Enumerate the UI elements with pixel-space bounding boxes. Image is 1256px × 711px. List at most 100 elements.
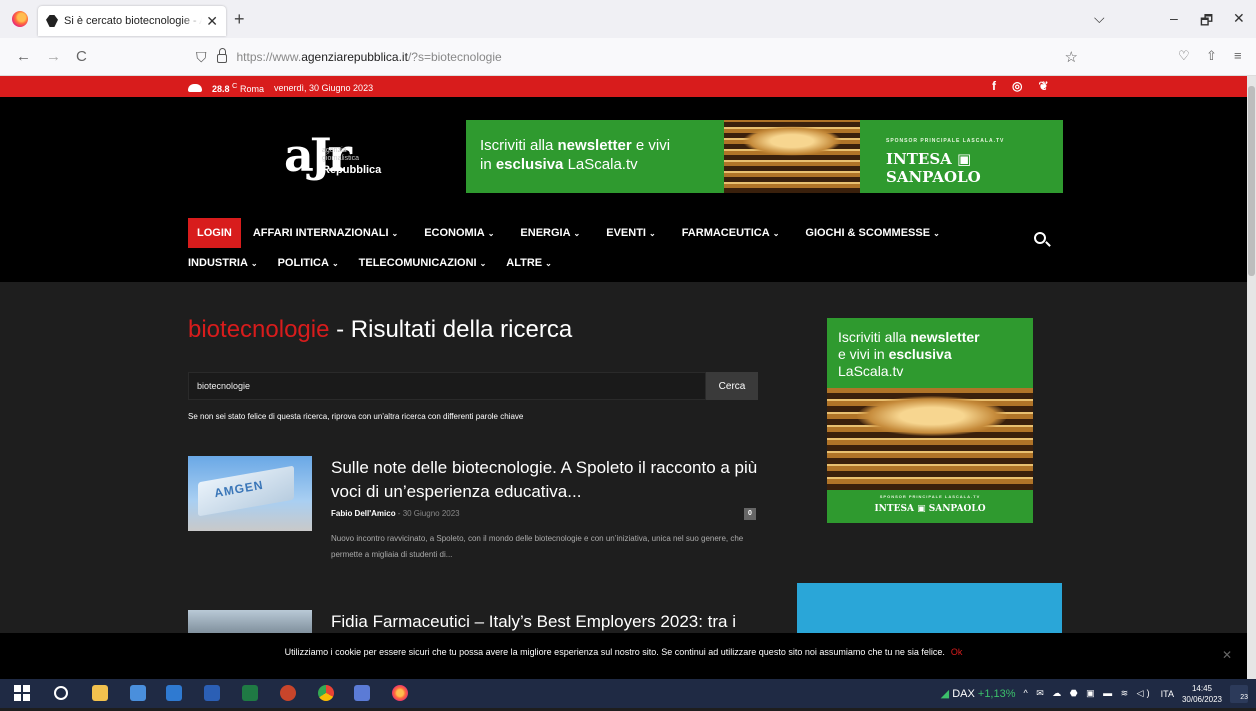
active-tab[interactable]: Si è cercato biotecnologie - Ag ✕ (38, 6, 226, 36)
sidebar-sponsor-label: SPONSOR PRINCIPALE LASCALA.TV (879, 494, 981, 499)
article-title[interactable]: Fidia Farmaceutici – Italy’s Best Employ… (331, 610, 761, 634)
web-page: 28.8 C Roma venerdì, 30 Giugno 2023 f ◎ … (0, 76, 1247, 679)
cookie-text: Utilizziamo i cookie per essere sicuri c… (284, 647, 963, 657)
article-excerpt: Nuovo incontro ravvicinato, a Spoleto, c… (331, 534, 744, 559)
list-tabs-icon[interactable]: ⌵ (1094, 10, 1105, 27)
taskbar-search-icon[interactable] (54, 686, 68, 700)
menu-row-1: LOGIN AFFARI INTERNAZIONALI ⌄ ECONOMIA ⌄ E… (188, 217, 1068, 249)
city: Roma (239, 84, 264, 94)
article-thumbnail[interactable]: AMGEN (188, 456, 312, 531)
banner-bank-logo: INTESA ▣ SANPAOLO (886, 150, 981, 186)
search-icon[interactable] (1034, 232, 1046, 244)
facebook-icon[interactable]: f (992, 79, 996, 93)
menu-item-giochi-scommesse[interactable]: GIOCHI & SCOMMESSE ⌄ (805, 227, 939, 239)
clock[interactable]: 14:45 30/06/2023 (1182, 683, 1222, 705)
site-header: aJr agenzia giornalistica Repubblica Iscr… (0, 97, 1247, 282)
close-window-button[interactable]: ✕ (1233, 10, 1245, 27)
social-links: f ◎ ❦ (992, 79, 1049, 93)
tracking-shield-icon[interactable]: ⛉ (196, 49, 207, 66)
firefox-icon[interactable] (12, 11, 28, 27)
mail-icon[interactable] (166, 685, 182, 701)
newsletter-banner-ad[interactable]: Iscriviti alla newsletter e vivi in escl… (466, 120, 1063, 193)
login-button[interactable]: LOGIN (188, 218, 241, 248)
lock-icon[interactable] (216, 48, 227, 63)
firefox-taskbar-icon[interactable] (392, 685, 408, 701)
restore-button[interactable]: 🗗 (1200, 10, 1213, 34)
chrome-icon[interactable] (318, 685, 334, 701)
powerpoint-icon[interactable] (280, 685, 296, 701)
page-scrollbar[interactable] (1247, 76, 1256, 679)
menu-item-industria[interactable]: INDUSTRIA ⌄ (188, 257, 258, 269)
forward-button[interactable]: → (46, 48, 61, 65)
search-button[interactable]: Cerca (706, 372, 758, 400)
page-title: biotecnologie - Risultati della ricerca (188, 316, 573, 343)
reload-button[interactable]: C (76, 48, 87, 65)
cookie-close-icon[interactable]: ✕ (1222, 648, 1232, 662)
article-title[interactable]: Sulle note delle biotecnologie. A Spolet… (331, 456, 761, 504)
bookmark-star-icon[interactable]: ☆ (1065, 48, 1078, 66)
chevron-down-icon: ⌄ (391, 229, 399, 238)
chevron-down-icon: ⌄ (933, 229, 940, 238)
search-form: Cerca (188, 372, 758, 400)
url-bar[interactable]: ⛉ https://www.agenziarepubblica.it/?s=bi… (192, 43, 1082, 71)
comment-count-badge[interactable]: 0 (744, 508, 756, 520)
instagram-icon[interactable]: ◎ (1012, 79, 1022, 93)
cookie-ok-button[interactable]: Ok (951, 647, 963, 657)
start-button[interactable] (14, 685, 30, 701)
cloud-icon (188, 83, 202, 92)
menu-item-affari-internazionali[interactable]: AFFARI INTERNAZIONALI ⌄ (253, 227, 398, 239)
chevron-down-icon: ⌄ (573, 229, 581, 238)
minimize-button[interactable]: – (1170, 10, 1178, 26)
site-favicon-icon (46, 15, 58, 27)
banner-sponsor-label: SPONSOR PRINCIPALE LASCALA.TV (886, 138, 1005, 144)
store-icon[interactable] (130, 685, 146, 701)
current-date: venerdì, 30 Giugno 2023 (274, 82, 374, 93)
new-tab-button[interactable]: + (234, 10, 245, 28)
menu-item-energia[interactable]: ENERGIA ⌄ (520, 227, 580, 239)
menu-item-economia[interactable]: ECONOMIA ⌄ (424, 227, 494, 239)
word-icon[interactable] (204, 685, 220, 701)
notification-icon[interactable]: 23 (1230, 684, 1248, 703)
windows-taskbar: ◢ DAX +1,13% ^ ✉ ☁ ⬣ ▣ ▬ ≋ ◁) ITA 14:45 3… (0, 679, 1256, 708)
menu-item-farmaceutica[interactable]: FARMACEUTICA ⌄ (682, 227, 780, 239)
article-meta: Fabio Dell'Amico - 30 Giugno 2023 (331, 509, 460, 518)
banner-text: Iscriviti alla newsletter e vivi in escl… (480, 137, 671, 173)
browser-tabbar: Si è cercato biotecnologie - Ag ✕ + ⌵ – … (0, 0, 1256, 38)
menu-item-telecomunicazioni[interactable]: TELECOMUNICAZIONI ⌄ (359, 257, 487, 269)
file-explorer-icon[interactable] (92, 685, 108, 701)
scrollbar-thumb[interactable] (1248, 86, 1255, 276)
search-hint: Se non sei stato felice di questa ricerc… (188, 412, 524, 421)
tab-title: Si è cercato biotecnologie - Ag (64, 15, 203, 27)
share-icon[interactable]: ⇧ (1206, 48, 1217, 64)
url-text[interactable]: https://www.agenziarepubblica.it/?s=biot… (237, 50, 502, 64)
sidebar-newsletter-ad[interactable]: Iscriviti alla newsletter e vivi in escl… (827, 318, 1033, 523)
tray-icons[interactable]: ^ ✉ ☁ ⬣ ▣ ▬ ≋ ◁) (1024, 688, 1153, 699)
la-scala-theatre-image (827, 388, 1033, 490)
search-input[interactable] (188, 372, 706, 400)
article-author[interactable]: Fabio Dell'Amico (331, 509, 396, 518)
chevron-down-icon: ⌄ (479, 259, 487, 268)
system-tray: ◢ DAX +1,13% ^ ✉ ☁ ⬣ ▣ ▬ ≋ ◁) ITA 14:45 3… (941, 679, 1256, 708)
temperature: 28.8 (212, 84, 230, 94)
menu-item-eventi[interactable]: EVENTI ⌄ (606, 227, 655, 239)
stock-widget[interactable]: ◢ DAX +1,13% (941, 687, 1016, 700)
temperature-unit: C (232, 81, 238, 90)
menu-item-politica[interactable]: POLITICA ⌄ (278, 257, 339, 269)
chevron-down-icon: ⌄ (545, 259, 552, 268)
browser-navbar: ← → C ⛉ https://www.agenziarepubblica.it… (0, 38, 1256, 76)
article-date: 30 Giugno 2023 (402, 509, 460, 518)
site-logo[interactable]: aJr agenzia giornalistica Repubblica (284, 131, 381, 189)
back-button[interactable]: ← (16, 48, 31, 65)
excel-icon[interactable] (242, 685, 258, 701)
app-menu-icon[interactable]: ≡ (1234, 48, 1242, 63)
language-indicator[interactable]: ITA (1161, 689, 1174, 699)
chevron-down-icon: ⌄ (648, 229, 656, 238)
menu-item-altre[interactable]: ALTRE ⌄ (506, 257, 552, 269)
teams-icon[interactable] (354, 685, 370, 701)
logo-repubblica: Repubblica (322, 164, 382, 176)
tab-close-icon[interactable]: ✕ (206, 13, 218, 30)
twitter-icon[interactable]: ❦ (1038, 79, 1048, 93)
pocket-icon[interactable]: ♡ (1178, 48, 1190, 64)
logo-subtitle: agenzia giornalistica (322, 147, 359, 162)
search-keyword: biotecnologie (188, 316, 330, 343)
